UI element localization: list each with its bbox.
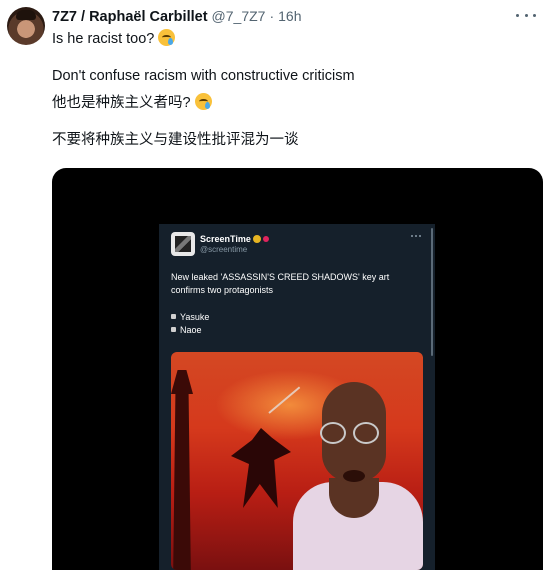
screentime-avatar (171, 232, 195, 256)
bullet-text: Yasuke (180, 312, 210, 322)
embedded-more-icon (411, 235, 421, 239)
tweet-header: 7Z7 / Raphaël Carbillet @7_7Z7 · 16h (52, 8, 532, 26)
tweet-line-4: 不要将种族主义与建设性批评混为一谈 (52, 132, 299, 148)
tweet-line-1: Is he racist too? (52, 31, 155, 47)
key-art-image (171, 352, 423, 570)
black-square-icon (171, 327, 176, 332)
crying-face-emoji-icon (194, 93, 212, 110)
glasses-left (320, 422, 346, 444)
embedded-text-line-2: confirms two protagonists (171, 285, 274, 295)
embedded-bullet-1: Yasuke (171, 311, 209, 324)
crying-face-emoji-icon (158, 29, 176, 46)
verified-badge-icon (252, 235, 261, 243)
separator-dot: · (269, 8, 275, 24)
black-square-icon (171, 314, 176, 319)
author-handle[interactable]: @7_7Z7 (212, 8, 266, 24)
more-options-icon[interactable] (516, 7, 536, 23)
video-media[interactable]: ScreenTime @screentime New leaked 'ASSAS… (52, 168, 543, 570)
pagoda-silhouette (171, 370, 193, 570)
ninja-silhouette (231, 428, 291, 508)
embedded-bullet-2: Naoe (171, 324, 202, 337)
author-name[interactable]: 7Z7 / Raphaël Carbillet (52, 9, 208, 25)
tweet-text-line: Is he racist too? (52, 29, 176, 48)
embedded-name-text: ScreenTime (200, 234, 251, 244)
embedded-author-handle: @screentime (200, 245, 248, 254)
embedded-tweet-screenshot: ScreenTime @screentime New leaked 'ASSAS… (159, 224, 435, 570)
affiliate-badge-icon (262, 236, 269, 242)
tweet-line-3: 他也是种族主义者吗? (52, 95, 191, 111)
author-avatar[interactable] (7, 7, 45, 45)
scrollbar (431, 228, 433, 356)
bullet-text: Naoe (180, 325, 202, 335)
presenter-mouth (343, 470, 365, 482)
presenter-shirt (293, 478, 423, 570)
glasses-right (353, 422, 379, 444)
tweet-text-line: 他也是种族主义者吗? (52, 93, 212, 112)
tweet-timestamp[interactable]: 16h (278, 8, 301, 24)
tweet-line-2: Don't confuse racism with constructive c… (52, 68, 355, 84)
embedded-author-name: ScreenTime (200, 234, 269, 244)
tweet[interactable]: 7Z7 / Raphaël Carbillet @7_7Z7 · 16h Is … (0, 0, 550, 570)
embedded-text-line-1: New leaked 'ASSASSIN'S CREED SHADOWS' ke… (171, 272, 390, 282)
